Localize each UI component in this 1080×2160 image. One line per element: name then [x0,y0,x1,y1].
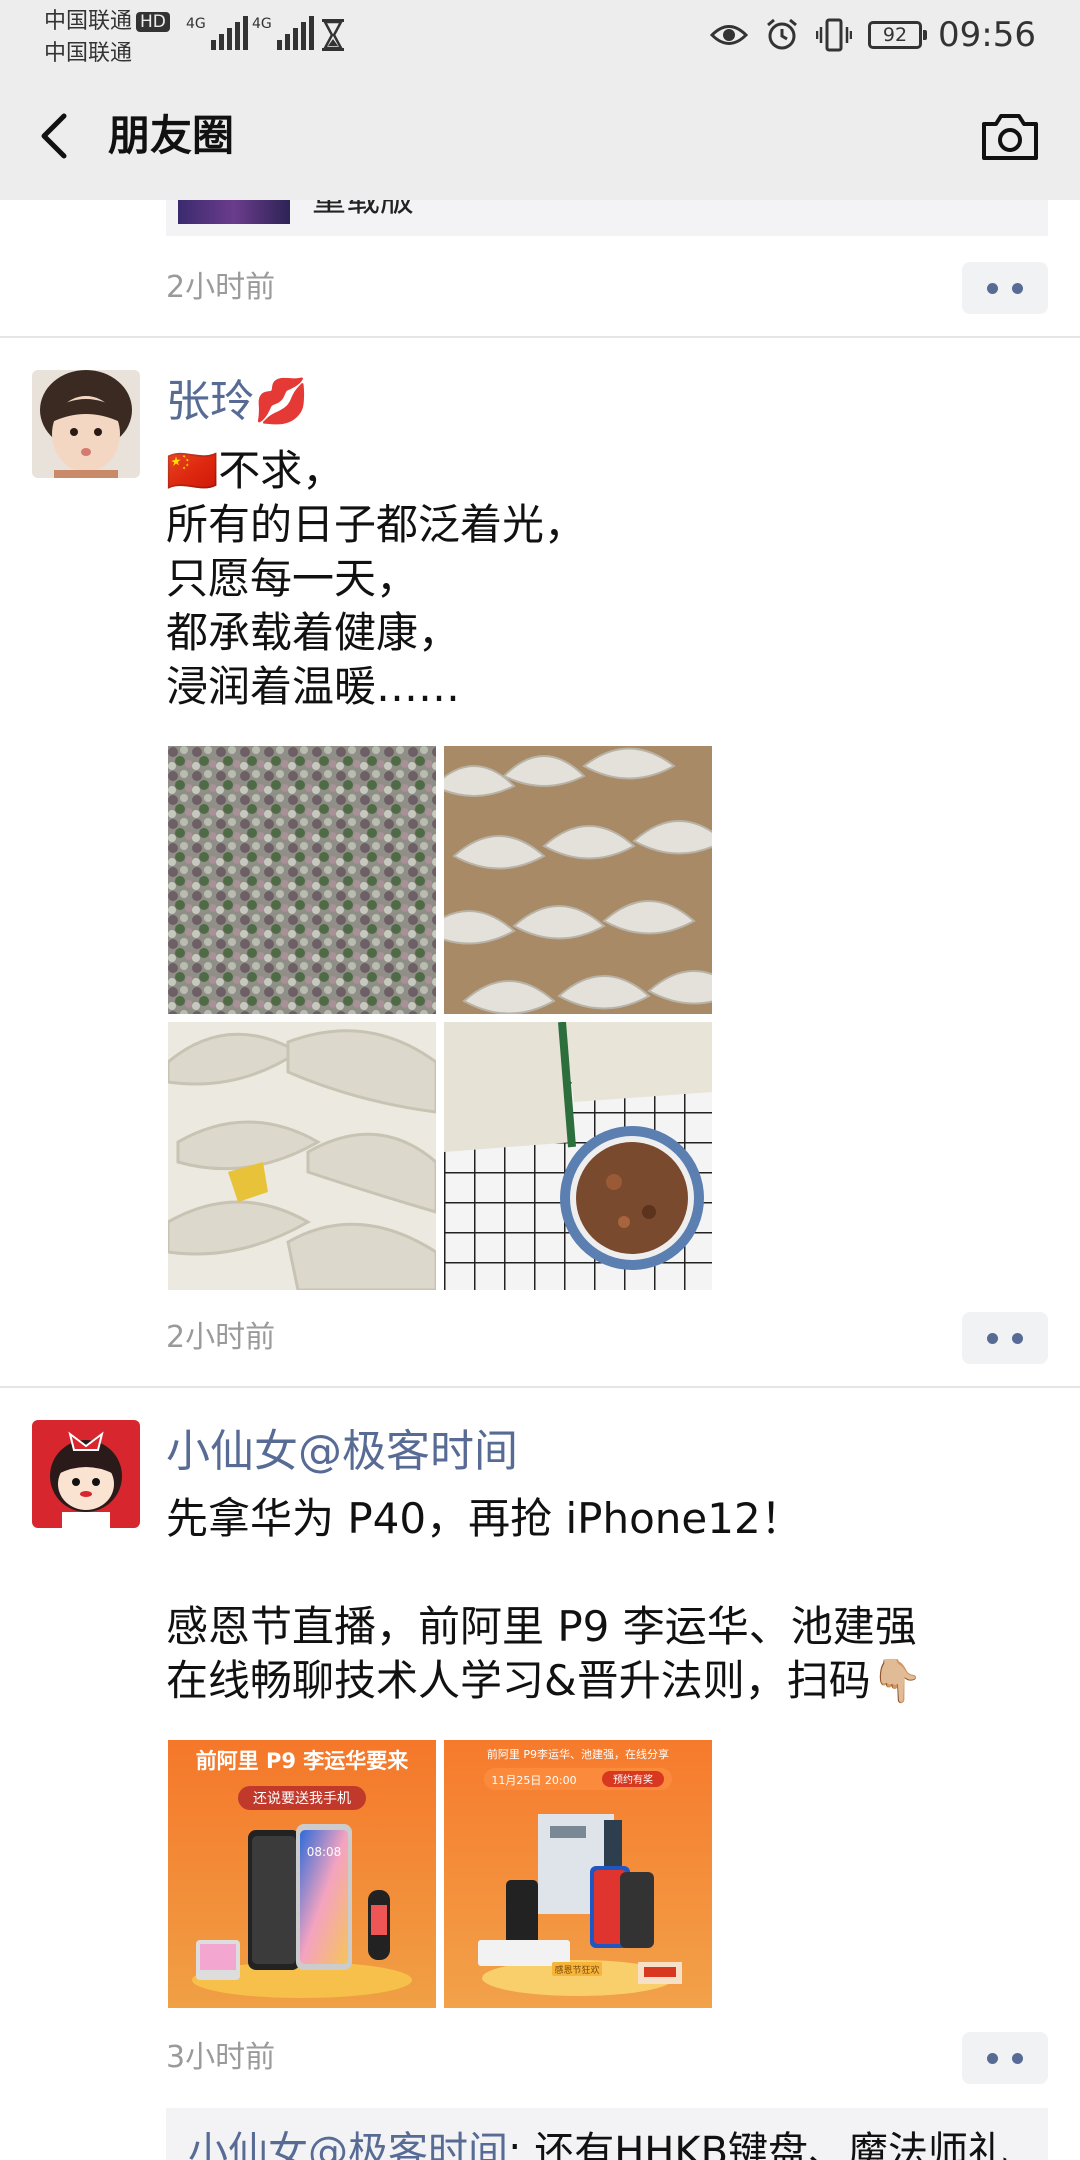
status-icons: 92 09:56 [710,10,1036,60]
nav-bar: 朋友圈 [0,70,1080,200]
shared-link-card[interactable]: 重载版 [166,200,1048,236]
top-bar: 中国联通 HD 中国联通 4G 4G 92 09:56 朋友圈 [0,0,1080,200]
ad-tag: 预约有奖 [613,1773,653,1786]
battery-indicator: 92 [868,21,928,49]
signal-icon: 4G [252,16,314,50]
post-photo[interactable] [444,746,712,1014]
post-photo[interactable]: 前阿里 P9李运华、池建强，在线分享 11月25日 20:00 预约有奖 感恩节… [444,1740,712,2008]
camera-icon[interactable] [980,110,1040,162]
carrier-2: 中国联通 [44,41,133,66]
post-time: 2小时前 [166,1320,276,1355]
post-divider [0,1386,1080,1388]
hourglass-icon [322,19,344,51]
post-author[interactable]: 小仙女@极客时间 [166,1422,518,1482]
post-text-line: 感恩节直播，前阿里 P9 李运华、池建强 [166,1602,917,1651]
eye-icon [710,25,749,45]
chevron-left-icon[interactable] [30,108,80,164]
screen-time: 08:08 [307,1845,342,1859]
ad-headline: 前阿里 P9李运华、池建强，在线分享 [487,1747,669,1761]
post-text-line: 🇨🇳不求， [166,446,345,495]
signal-label-2: 4G [252,16,272,32]
signal-label-1: 4G [186,16,206,32]
post-photo[interactable] [168,1022,436,1290]
ad-headline: 前阿里 P9 李运华要来 [196,1749,410,1773]
post-text-line: 在线畅聊技术人学习&晋升法则，扫码👇🏼 [166,1656,924,1705]
post-time: 2小时前 [166,270,276,305]
avatar-image [32,370,140,478]
status-time: 09:56 [938,15,1036,55]
ad-pill: 还说要送我手机 [253,1791,351,1807]
avatar[interactable] [32,1420,140,1528]
post-text-line: 浸润着温暖…… [166,662,461,711]
more-button[interactable] [962,1312,1048,1364]
vibrate-icon [816,18,853,52]
post-author[interactable]: 张玲💋 [166,372,309,432]
comment-text: : 还有HHKB键盘、魔法师礼 [508,2129,1009,2160]
carrier-1: 中国联通 [44,9,133,34]
post-text-line: 都承载着健康， [166,608,461,657]
more-button[interactable] [962,262,1048,314]
post-text-line: 所有的日子都泛着光， [166,500,587,549]
comment-author[interactable]: 小仙女@极客时间 [188,2129,508,2160]
post-photo[interactable] [168,746,436,1014]
link-thumbnail [178,200,290,224]
post-photo[interactable] [444,1022,712,1290]
avatar[interactable] [32,370,140,478]
more-dots-icon [987,283,998,294]
signal-icon: 4G [186,16,248,50]
status-bar: 中国联通 HD 中国联通 4G 4G 92 09:56 [0,0,1080,70]
moments-feed[interactable]: 重载版 2小时前 张玲💋 🇨🇳不求， 所有的日子都泛着光， 只愿每一天， [0,200,1080,2160]
carrier-info: 中国联通 HD 中国联通 [44,6,170,70]
more-button[interactable] [962,2032,1048,2084]
post-text: 先拿华为 P40，再抢 iPhone12！ 感恩节直播，前阿里 P9 李运华、池… [166,1492,1046,1708]
ad-date-pill: 11月25日 20:00 [491,1774,576,1787]
post-text-line: 只愿每一天， [166,554,419,603]
more-dots-icon [987,2053,998,2064]
ad-stage-label: 感恩节狂欢 [554,1964,599,1976]
more-dots-icon [987,1333,998,1344]
post-text: 🇨🇳不求， 所有的日子都泛着光， 只愿每一天， 都承载着健康， 浸润着温暖…… [166,444,1046,714]
avatar-image [32,1420,140,1528]
alarm-icon [767,18,797,50]
comment-section: 小仙女@极客时间: 还有HHKB键盘、魔法师礼 [166,2108,1048,2160]
comment[interactable]: 小仙女@极客时间: 还有HHKB键盘、魔法师礼 [188,2126,1008,2160]
post-time: 3小时前 [166,2040,276,2075]
post-divider [0,336,1080,338]
page-title: 朋友圈 [108,111,235,160]
post-text-line: 先拿华为 P40，再抢 iPhone12！ [166,1494,803,1543]
post-photo[interactable]: 前阿里 P9 李运华要来 还说要送我手机 08:08 [168,1740,436,2008]
link-title: 重载版 [312,200,414,214]
hd-badge: HD [136,12,170,32]
